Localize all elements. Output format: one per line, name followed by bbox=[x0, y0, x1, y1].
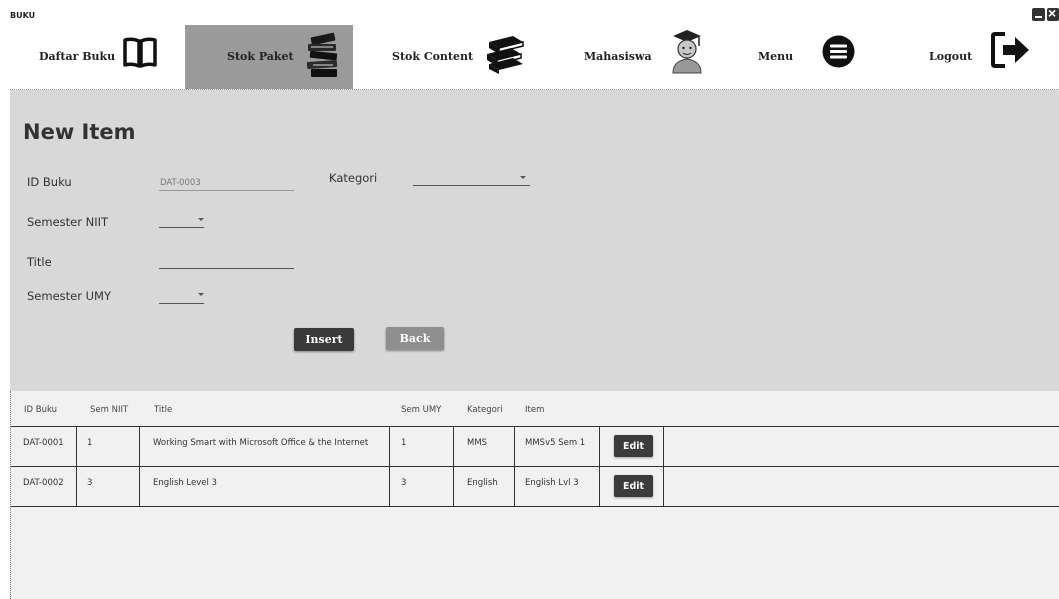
edit-button[interactable]: Edit bbox=[614, 475, 653, 497]
column-divider bbox=[139, 426, 140, 466]
column-divider bbox=[599, 466, 600, 506]
column-divider bbox=[599, 426, 600, 466]
row-border bbox=[11, 466, 1059, 467]
column-header: Title bbox=[154, 405, 173, 415]
column-header: ID Buku bbox=[24, 405, 58, 415]
nav-label: Stok Content bbox=[392, 50, 474, 63]
main-nav: Daftar Buku Stok Paket Stok Content Maha… bbox=[10, 25, 1059, 90]
row-border bbox=[11, 506, 1059, 507]
row-border bbox=[11, 426, 1059, 427]
cell-item: MMSv5 Sem 1 bbox=[525, 438, 586, 448]
semester-niit-select[interactable] bbox=[159, 227, 204, 228]
hamburger-menu-icon bbox=[822, 35, 855, 68]
nav-label: Mahasiswa bbox=[584, 50, 652, 63]
id-buku-underline bbox=[159, 190, 294, 191]
id-buku-field[interactable]: DAT-0003 bbox=[160, 178, 201, 188]
edit-button[interactable]: Edit bbox=[614, 435, 653, 457]
kategori-select[interactable] bbox=[413, 185, 530, 186]
cell-item: English Lvl 3 bbox=[525, 478, 579, 488]
kategori-label: Kategori bbox=[329, 171, 378, 185]
window-title: BUKU bbox=[10, 11, 36, 20]
back-button[interactable]: Back bbox=[386, 327, 444, 350]
nav-menu[interactable]: Menu bbox=[745, 25, 865, 89]
nav-stok-paket[interactable]: Stok Paket bbox=[185, 25, 353, 89]
nav-label: Stok Paket bbox=[227, 50, 294, 63]
nav-logout[interactable]: Logout bbox=[915, 25, 1035, 89]
cell-sem-umy: 3 bbox=[401, 478, 407, 488]
graduate-student-icon bbox=[672, 30, 702, 74]
nav-daftar-buku[interactable]: Daftar Buku bbox=[10, 25, 170, 89]
column-header: Sem NIIT bbox=[90, 405, 129, 415]
table-row: DAT-0001 1 Working Smart with Microsoft … bbox=[11, 426, 1059, 466]
column-divider bbox=[453, 466, 454, 506]
cell-sem-niit: 1 bbox=[87, 438, 93, 448]
column-divider bbox=[139, 466, 140, 506]
column-divider bbox=[76, 466, 77, 506]
insert-button[interactable]: Insert bbox=[294, 328, 354, 351]
new-item-form: New Item ID Buku DAT-0003 Kategori Semes… bbox=[10, 90, 1059, 391]
semester-niit-label: Semester NIIT bbox=[27, 215, 109, 229]
nav-label: Menu bbox=[758, 50, 794, 63]
title-label: Title bbox=[27, 255, 52, 269]
close-icon[interactable] bbox=[1047, 5, 1059, 21]
nav-label: Daftar Buku bbox=[39, 50, 116, 63]
title-input[interactable] bbox=[159, 268, 294, 269]
id-buku-label: ID Buku bbox=[27, 175, 72, 189]
semester-umy-select[interactable] bbox=[159, 303, 204, 304]
window-title-bar: BUKU bbox=[0, 0, 1059, 25]
books-table: ID Buku Sem NIIT Title Sem UMY Kategori … bbox=[10, 391, 1059, 599]
column-divider bbox=[514, 426, 515, 466]
column-divider bbox=[76, 426, 77, 466]
column-divider bbox=[663, 466, 664, 506]
table-row: DAT-0002 3 English Level 3 3 English Eng… bbox=[11, 466, 1059, 507]
nav-stok-content[interactable]: Stok Content bbox=[390, 25, 550, 89]
column-divider bbox=[453, 426, 454, 466]
cell-sem-umy: 1 bbox=[401, 438, 407, 448]
column-header: Kategori bbox=[467, 405, 503, 415]
semester-niit-chevron-down-icon[interactable] bbox=[198, 218, 204, 221]
cell-kategori: MMS bbox=[467, 438, 488, 448]
semester-umy-chevron-down-icon[interactable] bbox=[198, 293, 204, 296]
semester-umy-label: Semester UMY bbox=[27, 289, 111, 303]
minimize-icon[interactable] bbox=[1032, 8, 1045, 21]
cell-kategori: English bbox=[467, 478, 498, 488]
open-book-icon bbox=[123, 37, 157, 68]
column-divider bbox=[663, 426, 664, 466]
cell-title: Working Smart with Microsoft Office & th… bbox=[153, 438, 369, 448]
column-header: Sem UMY bbox=[401, 405, 442, 415]
column-divider bbox=[389, 466, 390, 506]
stacked-books-icon bbox=[306, 32, 338, 77]
column-divider bbox=[514, 466, 515, 506]
form-title: New Item bbox=[23, 120, 136, 144]
column-divider bbox=[389, 426, 390, 466]
column-header: Item bbox=[525, 405, 545, 415]
cell-title: English Level 3 bbox=[153, 478, 217, 488]
cell-sem-niit: 3 bbox=[87, 478, 93, 488]
nav-mahasiswa[interactable]: Mahasiswa bbox=[575, 25, 715, 89]
logout-icon bbox=[991, 32, 1029, 68]
books-stack-icon bbox=[487, 36, 524, 74]
nav-label: Logout bbox=[929, 50, 973, 63]
cell-id-buku: DAT-0002 bbox=[23, 478, 64, 488]
kategori-chevron-down-icon[interactable] bbox=[520, 176, 526, 179]
cell-id-buku: DAT-0001 bbox=[23, 438, 64, 448]
